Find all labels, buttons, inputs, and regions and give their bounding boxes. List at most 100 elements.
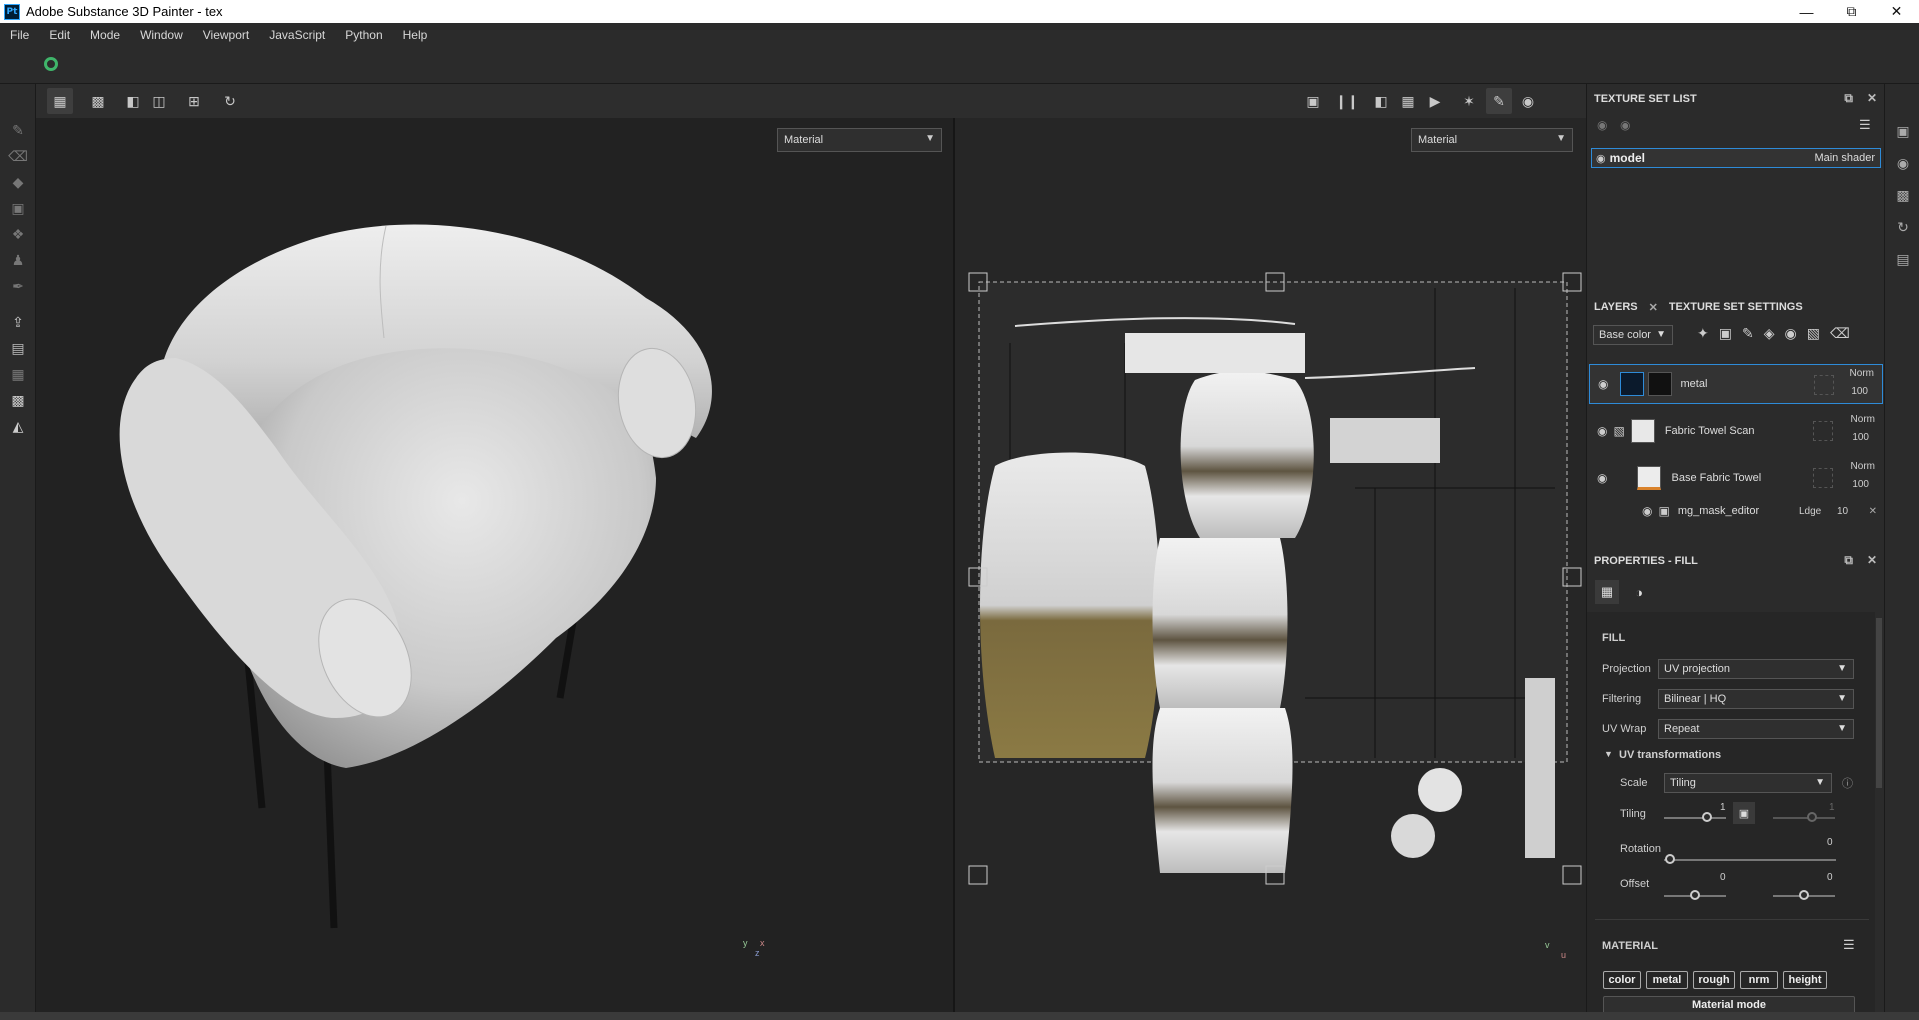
layer-opacity[interactable]: 100: [1852, 432, 1869, 443]
eraser-icon[interactable]: ⌫: [8, 146, 28, 166]
projection-dropdown[interactable]: UV projection ▼: [1658, 659, 1854, 679]
paint-brush-icon[interactable]: ✎: [8, 120, 28, 140]
tab-texture-set-settings[interactable]: TEXTURE SET SETTINGS: [1662, 301, 1810, 313]
layer-row-base-fabric-towel[interactable]: ◉ Base Fabric Towel Norm 100: [1589, 458, 1883, 498]
float-panel-icon[interactable]: ⧉: [1844, 553, 1853, 568]
environment-icon[interactable]: ◉: [1894, 154, 1912, 172]
info-icon[interactable]: ⓘ: [1842, 775, 1853, 791]
display-settings-icon[interactable]: ▩: [1894, 186, 1912, 204]
polygon-fill-icon[interactable]: ▣: [8, 198, 28, 218]
menu-javascript[interactable]: JavaScript: [259, 28, 335, 42]
eye-icon[interactable]: ◉: [1597, 424, 1607, 438]
properties-scrollbar[interactable]: [1876, 618, 1882, 788]
layer-blend[interactable]: Norm: [1850, 368, 1874, 379]
menu-viewport[interactable]: Viewport: [193, 28, 259, 42]
menu-edit[interactable]: Edit: [39, 28, 80, 42]
rotation-slider[interactable]: [1664, 859, 1836, 861]
add-smart-material-icon[interactable]: ◉: [1784, 325, 1796, 342]
log-icon[interactable]: ▤: [1894, 250, 1912, 268]
menu-file[interactable]: File: [0, 28, 39, 42]
viewport-2d-mode-dropdown[interactable]: Material ▼: [1411, 128, 1573, 152]
layer-thumbnail[interactable]: [1637, 466, 1662, 490]
offset-x-slider-handle[interactable]: [1690, 890, 1700, 900]
list-menu-icon[interactable]: ☰: [1859, 117, 1871, 133]
close-panel-icon[interactable]: ✕: [1867, 553, 1877, 568]
layer-thumbnail[interactable]: [1630, 419, 1655, 443]
symmetry-y-icon[interactable]: ◫: [146, 88, 172, 114]
layer-row-fabric-towel-scan[interactable]: ◉ ▧ Fabric Towel Scan Norm 100: [1589, 411, 1883, 451]
menu-help[interactable]: Help: [393, 28, 438, 42]
screenshot-icon[interactable]: ◉: [1515, 88, 1541, 114]
tiling-slider-2-handle[interactable]: [1807, 812, 1817, 822]
tiling-slider[interactable]: [1664, 817, 1726, 819]
close-panel-icon[interactable]: ✕: [1867, 91, 1877, 106]
display-icon[interactable]: ▦: [8, 364, 28, 384]
offset-y-slider-handle[interactable]: [1799, 890, 1809, 900]
smudge-icon[interactable]: ❖: [8, 224, 28, 244]
scale-dropdown[interactable]: Tiling ▼: [1664, 773, 1832, 793]
texture-set-row[interactable]: ◉ model Main shader: [1591, 148, 1881, 168]
lock-icon[interactable]: ▣: [1733, 802, 1755, 824]
channel-rough-button[interactable]: rough: [1693, 971, 1735, 989]
export-icon[interactable]: ⇪: [8, 312, 28, 332]
eye-icon[interactable]: ◉: [1596, 152, 1606, 165]
camera-icon[interactable]: ▶: [1422, 88, 1448, 114]
rotation-slider-handle[interactable]: [1665, 854, 1675, 864]
layer-opacity[interactable]: 100: [1851, 386, 1868, 397]
chevron-down-icon[interactable]: ▼: [1604, 749, 1613, 759]
minimize-button[interactable]: —: [1784, 0, 1829, 23]
uvwrap-dropdown[interactable]: Repeat ▼: [1658, 719, 1854, 739]
menu-icon[interactable]: ☰: [1843, 937, 1855, 953]
filtering-dropdown[interactable]: Bilinear | HQ ▼: [1658, 689, 1854, 709]
fill-settings-icon[interactable]: ▦: [1595, 580, 1619, 604]
pause-icon[interactable]: ❙❙: [1334, 88, 1360, 114]
texture-set-shader[interactable]: Main shader: [1814, 152, 1875, 164]
effect-row[interactable]: ◉ ▣ mg_mask_editor Ldge 10 ✕: [1589, 498, 1883, 524]
maximize-button[interactable]: ⧉: [1829, 0, 1874, 23]
layer-thumbnail[interactable]: [1620, 372, 1645, 396]
tab-layers[interactable]: LAYERS: [1587, 301, 1645, 313]
layer-opacity[interactable]: 100: [1852, 479, 1869, 490]
tiling-slider-2[interactable]: [1773, 817, 1835, 819]
channel-nrm-button[interactable]: nrm: [1740, 971, 1778, 989]
mask-thumbnail[interactable]: [1648, 372, 1673, 396]
channel-height-button[interactable]: height: [1783, 971, 1827, 989]
texture-set-icon[interactable]: ▣: [1894, 122, 1912, 140]
clone-icon[interactable]: ♟: [8, 250, 28, 270]
tiled-view-icon[interactable]: ▩: [85, 88, 111, 114]
add-effect-icon[interactable]: ✦: [1697, 325, 1709, 342]
cloud-sync-icon[interactable]: [44, 57, 58, 71]
visibility-icon[interactable]: ◉: [1620, 118, 1630, 132]
history-icon[interactable]: ↻: [1894, 218, 1912, 236]
layer-blend[interactable]: Norm: [1851, 414, 1875, 425]
hide-icon[interactable]: ▣: [1300, 88, 1326, 114]
add-frame-icon[interactable]: ⊞: [181, 88, 207, 114]
mesh-icon[interactable]: ◭: [8, 416, 28, 436]
add-paint-layer-icon[interactable]: ✎: [1742, 325, 1754, 342]
eye-icon[interactable]: ◉: [1597, 118, 1607, 132]
symmetry-x-icon[interactable]: ◧: [120, 88, 146, 114]
projection-icon[interactable]: ◆: [8, 172, 28, 192]
menu-window[interactable]: Window: [130, 28, 193, 42]
lighting-icon[interactable]: ✶: [1456, 88, 1482, 114]
remove-effect-icon[interactable]: ✕: [1869, 506, 1877, 517]
add-mask-icon[interactable]: ▣: [1719, 325, 1732, 342]
viewport-3d-mode-dropdown[interactable]: Material ▼: [777, 128, 942, 152]
close-tab-icon[interactable]: ✕: [1645, 301, 1662, 314]
tiling-slider-handle[interactable]: [1702, 812, 1712, 822]
menu-mode[interactable]: Mode: [80, 28, 130, 42]
channel-metal-button[interactable]: metal: [1646, 971, 1688, 989]
add-folder-icon[interactable]: ▧: [1807, 325, 1820, 342]
grid-view-icon[interactable]: ▦: [47, 88, 73, 114]
picker-icon[interactable]: ✒: [8, 276, 28, 296]
bake-icon[interactable]: ▤: [8, 338, 28, 358]
channel-color-button[interactable]: color: [1603, 971, 1641, 989]
eye-icon[interactable]: ◉: [1597, 471, 1607, 485]
uv-transformations-title[interactable]: UV transformations: [1619, 749, 1721, 761]
delete-layer-icon[interactable]: ⌫: [1830, 325, 1850, 342]
layer-row-metal[interactable]: ◉ metal Norm 100: [1589, 364, 1883, 404]
brush-mode-icon[interactable]: ✎: [1486, 88, 1512, 114]
float-panel-icon[interactable]: ⧉: [1844, 91, 1853, 106]
layer-blend[interactable]: Norm: [1851, 461, 1875, 472]
document-icon[interactable]: ▩: [8, 390, 28, 410]
